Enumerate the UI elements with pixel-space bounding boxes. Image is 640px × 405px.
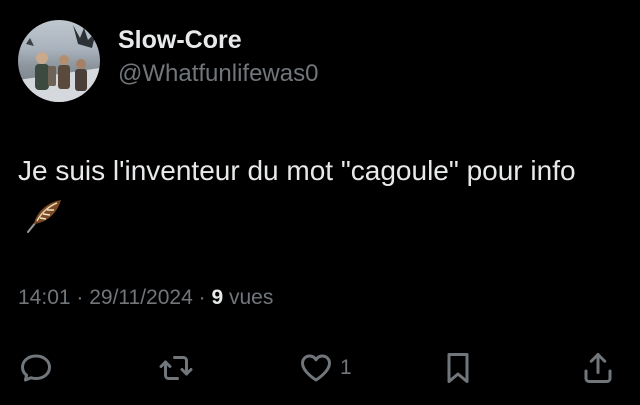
meta-separator: · <box>192 286 212 309</box>
share-button[interactable] <box>580 344 616 392</box>
feather-icon <box>24 198 64 248</box>
avatar-image <box>18 25 100 102</box>
retweet-icon <box>159 356 193 380</box>
avatar[interactable] <box>18 20 100 102</box>
bookmark-icon <box>447 353 469 383</box>
tweet-date[interactable]: 29/11/2024 <box>89 286 193 309</box>
share-icon <box>584 353 612 383</box>
heart-icon <box>301 354 331 382</box>
author-handle[interactable]: @Whatfunlifewas0 <box>118 60 318 88</box>
views-label: vues <box>223 286 274 309</box>
tweet-meta: 14:01 · 29/11/2024 · 9 vues <box>18 286 273 310</box>
meta-separator: · <box>70 286 90 309</box>
author-display-name[interactable]: Slow-Core <box>118 26 242 55</box>
tweet-time[interactable]: 14:01 <box>18 286 71 309</box>
like-button[interactable]: 1 <box>298 344 352 392</box>
tweet-text: Je suis l'inventeur du mot "cagoule" pou… <box>18 148 618 248</box>
views-count: 9 <box>211 286 224 309</box>
tweet-actions: 1 <box>0 344 640 392</box>
tweet-text-body: Je suis l'inventeur du mot "cagoule" pou… <box>18 155 576 186</box>
reply-button[interactable] <box>18 344 54 392</box>
retweet-button[interactable] <box>158 344 194 392</box>
reply-icon <box>21 354 51 382</box>
like-count: 1 <box>340 356 352 379</box>
bookmark-button[interactable] <box>440 344 476 392</box>
